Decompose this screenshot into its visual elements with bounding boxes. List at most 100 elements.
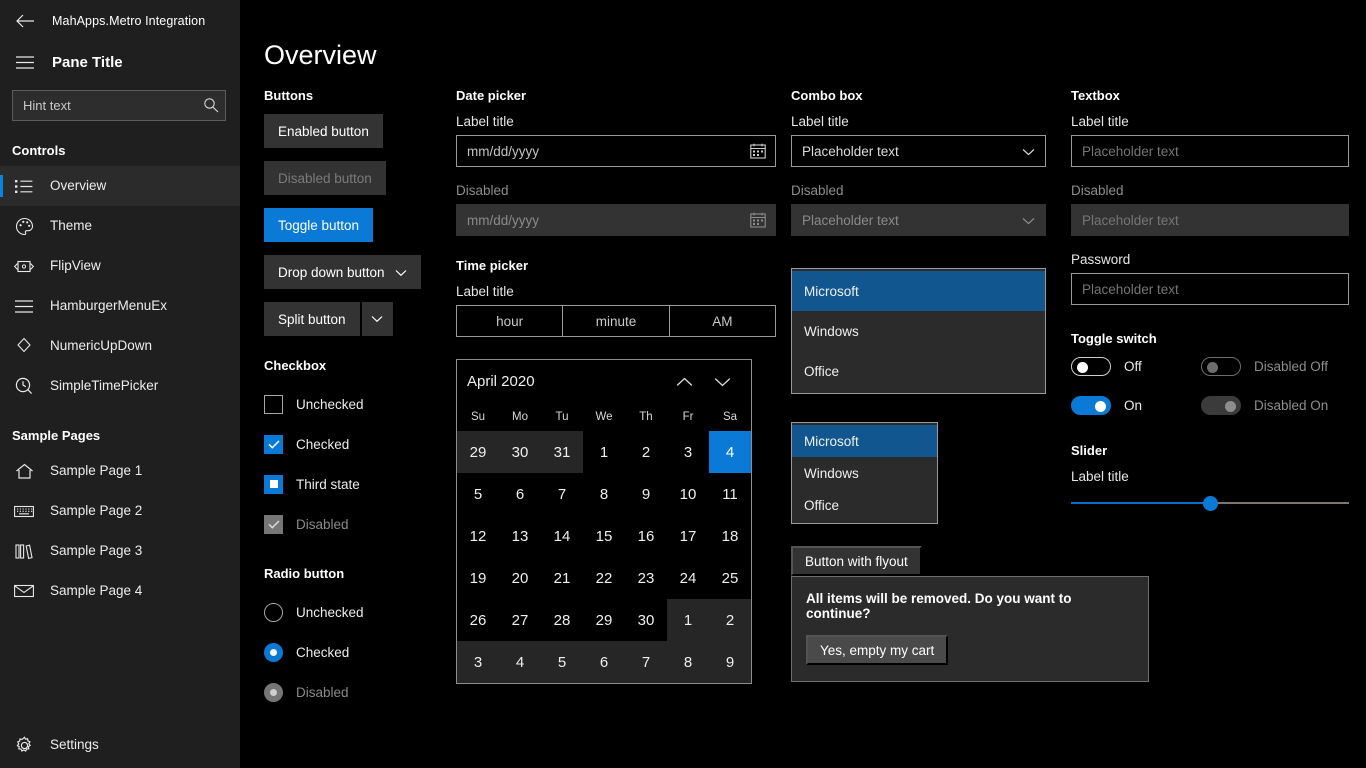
calendar-day[interactable]: 5 — [541, 641, 583, 683]
calendar-day[interactable]: 1 — [583, 431, 625, 473]
sidebar-item-flipview[interactable]: FlipView — [0, 246, 240, 286]
calendar-day[interactable]: 20 — [499, 557, 541, 599]
calendar-day[interactable]: 28 — [541, 599, 583, 641]
split-button[interactable]: Split button — [264, 302, 454, 336]
calendar-day[interactable]: 6 — [583, 641, 625, 683]
sidebar-item-sample-page-4[interactable]: Sample Page 4 — [0, 571, 240, 611]
checkbox-checked[interactable]: Checked — [264, 424, 454, 464]
calendar-day[interactable]: 12 — [457, 515, 499, 557]
sidebar-item-sample-page-2[interactable]: Sample Page 2 — [0, 491, 240, 531]
list-item[interactable]: Office — [792, 351, 1045, 391]
calendar-day[interactable]: 18 — [709, 515, 751, 557]
back-arrow-icon[interactable] — [12, 8, 38, 34]
calendar-day[interactable]: 29 — [457, 431, 499, 473]
listbox-secondary[interactable]: Microsoft Windows Office — [791, 422, 938, 524]
calendar-day[interactable]: 31 — [541, 431, 583, 473]
calendar-day[interactable]: 17 — [667, 515, 709, 557]
toggle-button[interactable]: Toggle button — [264, 208, 373, 242]
toggle-track[interactable] — [1071, 396, 1111, 415]
calendar-day[interactable]: 27 — [499, 599, 541, 641]
calendar-day[interactable]: 1 — [667, 599, 709, 641]
list-item[interactable]: Windows — [792, 311, 1045, 351]
sidebar-item-settings[interactable]: Settings — [0, 722, 240, 768]
radio-unchecked[interactable]: Unchecked — [264, 592, 454, 632]
calendar-day[interactable]: 13 — [499, 515, 541, 557]
list-item[interactable]: Windows — [792, 457, 937, 489]
calendar-day[interactable]: 30 — [625, 599, 667, 641]
calendar-day[interactable]: 19 — [457, 557, 499, 599]
calendar-day[interactable]: 9 — [709, 641, 751, 683]
split-button-label[interactable]: Split button — [264, 302, 360, 336]
listbox-primary[interactable]: Microsoft Windows Office — [791, 268, 1046, 394]
calendar-day[interactable]: 7 — [541, 473, 583, 515]
sidebar-item-simpletimepicker[interactable]: SimpleTimePicker — [0, 366, 240, 406]
slider[interactable] — [1071, 494, 1349, 512]
combobox[interactable]: Placeholder text — [791, 135, 1046, 167]
calendar-day[interactable]: 8 — [667, 641, 709, 683]
chevron-up-icon[interactable] — [665, 367, 703, 397]
drop-down-button[interactable]: Drop down button — [264, 255, 421, 289]
checkbox-box[interactable] — [264, 395, 283, 414]
calendar-day[interactable]: 2 — [625, 431, 667, 473]
checkbox-box[interactable] — [264, 435, 283, 454]
calendar-day[interactable]: 4 — [499, 641, 541, 683]
list-item[interactable]: Microsoft — [792, 271, 1045, 311]
toggle-switch-off[interactable]: Off — [1071, 357, 1201, 376]
calendar-day[interactable]: 3 — [457, 641, 499, 683]
sidebar-item-numericupdown[interactable]: NumericUpDown — [0, 326, 240, 366]
calendar-day[interactable]: 11 — [709, 473, 751, 515]
calendar-day[interactable]: 16 — [625, 515, 667, 557]
date-picker-input[interactable]: mm/dd/yyyy — [456, 135, 776, 167]
chevron-down-icon[interactable] — [703, 367, 741, 397]
calendar-day[interactable]: 14 — [541, 515, 583, 557]
calendar-day[interactable]: 21 — [541, 557, 583, 599]
toggle-switch-on[interactable]: On — [1071, 396, 1201, 415]
time-picker-hour[interactable]: hour — [457, 306, 562, 336]
search-input[interactable] — [12, 90, 226, 121]
radio-checked[interactable]: Checked — [264, 632, 454, 672]
slider-thumb[interactable] — [1203, 496, 1218, 511]
calendar-day[interactable]: 2 — [709, 599, 751, 641]
calendar-day[interactable]: 26 — [457, 599, 499, 641]
sidebar-item-theme[interactable]: Theme — [0, 206, 240, 246]
calendar-day[interactable]: 7 — [625, 641, 667, 683]
time-picker[interactable]: hour minute AM — [456, 305, 776, 337]
calendar-day[interactable]: 30 — [499, 431, 541, 473]
checkbox-third-state[interactable]: Third state — [264, 464, 454, 504]
time-picker-meridiem[interactable]: AM — [669, 306, 775, 336]
hamburger-icon[interactable] — [12, 49, 38, 75]
checkbox-box[interactable] — [264, 475, 283, 494]
checkbox-unchecked[interactable]: Unchecked — [264, 384, 454, 424]
sidebar-item-sample-page-1[interactable]: Sample Page 1 — [0, 451, 240, 491]
calendar-day[interactable]: 9 — [625, 473, 667, 515]
flyout-confirm-button[interactable]: Yes, empty my cart — [806, 635, 948, 665]
calendar-day[interactable]: 29 — [583, 599, 625, 641]
calendar-month-label[interactable]: April 2020 — [467, 373, 665, 390]
toggle-track[interactable] — [1071, 357, 1111, 376]
radio-circle[interactable] — [264, 603, 283, 622]
search-icon[interactable] — [203, 97, 219, 118]
calendar-day[interactable]: 4 — [709, 431, 751, 473]
list-item[interactable]: Office — [792, 489, 937, 521]
calendar-day[interactable]: 25 — [709, 557, 751, 599]
enabled-button[interactable]: Enabled button — [264, 114, 383, 148]
sidebar-item-sample-page-3[interactable]: Sample Page 3 — [0, 531, 240, 571]
textbox-input[interactable] — [1071, 135, 1349, 167]
time-picker-minute[interactable]: minute — [562, 306, 668, 336]
calendar-day[interactable]: 23 — [625, 557, 667, 599]
chevron-down-icon[interactable] — [362, 302, 393, 336]
radio-circle[interactable] — [264, 643, 283, 662]
password-input[interactable] — [1071, 273, 1349, 305]
list-item[interactable]: Microsoft — [792, 425, 937, 457]
calendar-day[interactable]: 10 — [667, 473, 709, 515]
calendar-day[interactable]: 6 — [499, 473, 541, 515]
sidebar-item-overview[interactable]: Overview — [0, 166, 240, 206]
calendar-day[interactable]: 24 — [667, 557, 709, 599]
button-with-flyout[interactable]: Button with flyout — [791, 546, 922, 576]
calendar-day[interactable]: 3 — [667, 431, 709, 473]
calendar-icon[interactable] — [750, 143, 766, 162]
calendar-day[interactable]: 15 — [583, 515, 625, 557]
calendar-day[interactable]: 22 — [583, 557, 625, 599]
sidebar-item-hamburgermenuex[interactable]: HamburgerMenuEx — [0, 286, 240, 326]
calendar-day[interactable]: 8 — [583, 473, 625, 515]
